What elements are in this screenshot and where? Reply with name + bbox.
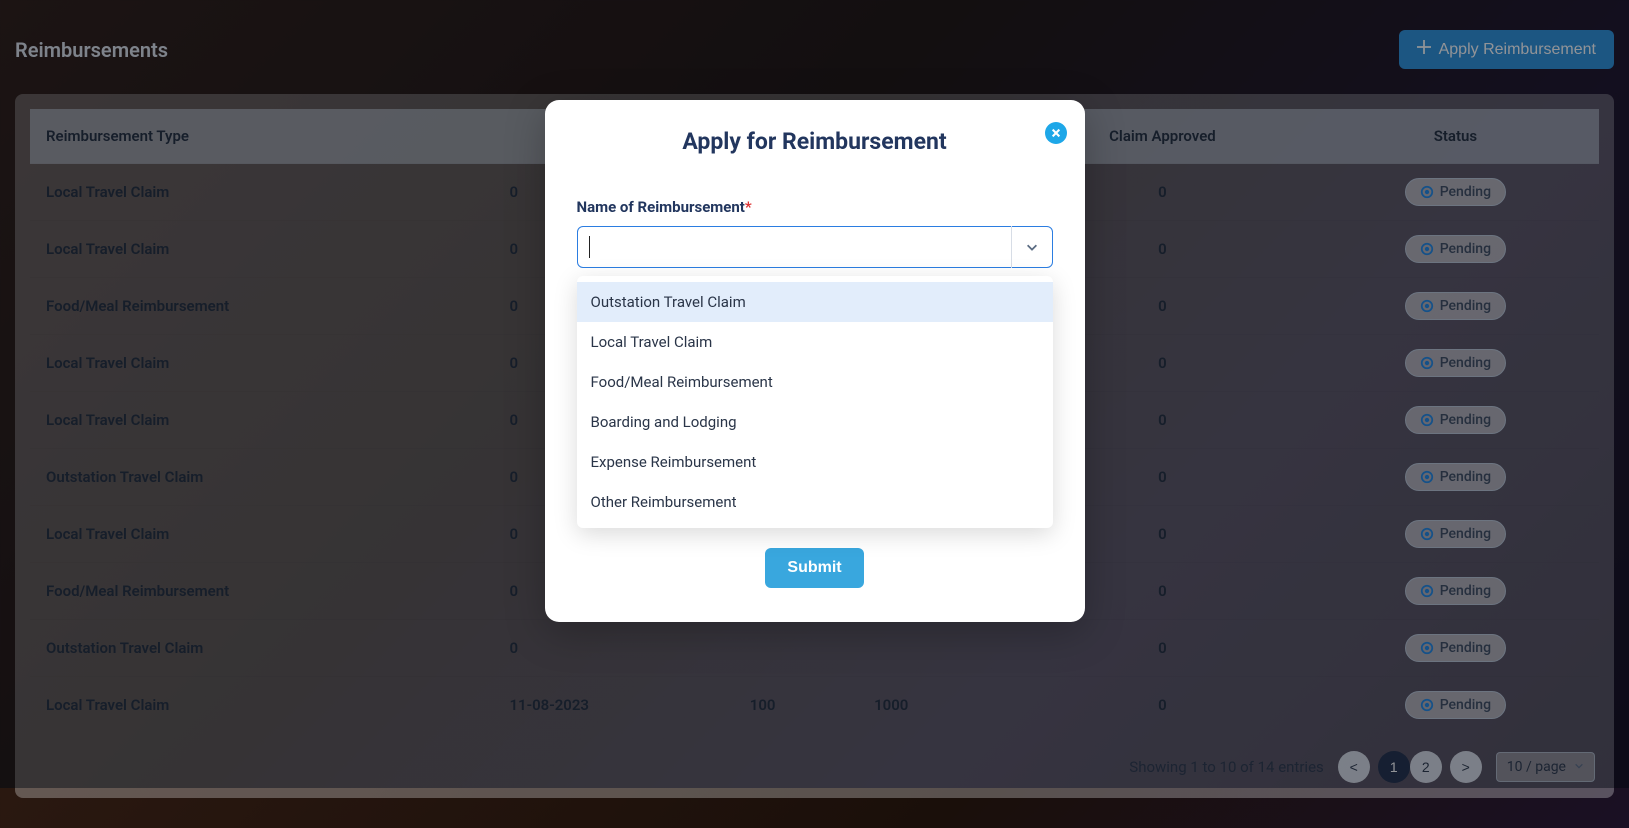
modal-title: Apply for Reimbursement <box>577 128 1053 155</box>
submit-button[interactable]: Submit <box>765 548 863 588</box>
reimbursement-name-input[interactable] <box>577 226 1053 268</box>
dropdown-option[interactable]: Expense Reimbursement <box>577 442 1053 482</box>
dropdown-option[interactable]: Outstation Travel Claim <box>577 282 1053 322</box>
field-label-text: Name of Reimbursement <box>577 198 745 216</box>
reimbursement-name-dropdown[interactable]: Outstation Travel ClaimLocal Travel Clai… <box>577 276 1053 528</box>
required-mark: * <box>745 198 752 216</box>
reimbursement-name-label: Name of Reimbursement* <box>577 198 752 216</box>
dropdown-option[interactable]: Other Reimbursement <box>577 482 1053 522</box>
dropdown-option[interactable]: Boarding and Lodging <box>577 402 1053 442</box>
apply-reimbursement-modal: Apply for Reimbursement Name of Reimburs… <box>545 100 1085 622</box>
dropdown-option[interactable]: Local Travel Claim <box>577 322 1053 362</box>
text-cursor <box>589 236 590 258</box>
modal-close-button[interactable] <box>1045 122 1067 144</box>
dropdown-option[interactable]: Food/Meal Reimbursement <box>577 362 1053 402</box>
close-icon <box>1051 126 1061 141</box>
